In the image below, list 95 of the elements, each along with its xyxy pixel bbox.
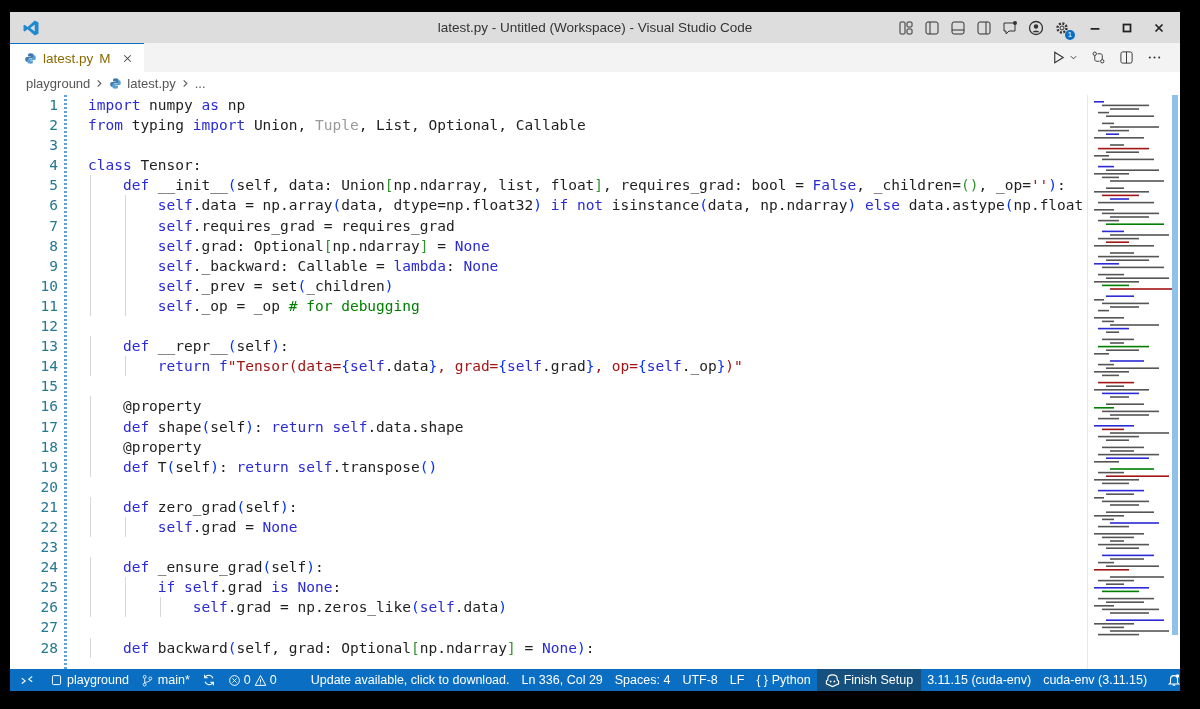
line-number: 14 [39, 357, 58, 377]
sync-icon[interactable] [201, 673, 216, 687]
breadcrumb-item[interactable]: latest.py [127, 76, 176, 91]
compare-changes-icon[interactable] [1091, 50, 1106, 65]
update-notice[interactable]: Update available, click to download. [304, 669, 516, 691]
cursor-position[interactable]: Ln 336, Col 29 [515, 669, 609, 691]
line-number: 3 [48, 136, 58, 156]
line-number: 22 [39, 517, 58, 537]
line-number: 27 [39, 618, 58, 638]
language-mode[interactable]: Python [771, 673, 811, 687]
line-number: 10 [39, 276, 58, 296]
workspace-name[interactable]: playground [67, 673, 129, 687]
code-line: def __init__(self, data: Union[np.ndarray, list, float], requires_grad: bool = False, _children=(), _op=''): [121, 176, 1066, 196]
account-icon[interactable] [1028, 19, 1044, 36]
panel-toggle-icon[interactable] [950, 19, 966, 36]
code-line: self._op = _op # for debugging [156, 296, 420, 317]
code-line: def shape(self): return self.data.shape [121, 417, 464, 437]
line-number: 7 [48, 216, 58, 236]
line-number: 13 [39, 337, 58, 357]
sidebar-toggle-icon[interactable] [924, 19, 940, 36]
notification-badge: 1 [1065, 29, 1075, 40]
layout-icon[interactable] [898, 19, 914, 36]
line-number: 24 [39, 558, 58, 578]
scrollbar[interactable] [1172, 95, 1178, 635]
copilot-icon [824, 672, 840, 688]
branch-icon [140, 673, 154, 687]
line-number: 21 [39, 497, 58, 517]
window-title: latest.py - Untitled (Workspace) - Visual Studio Code [437, 20, 753, 35]
editor-tab[interactable]: latest.py M [10, 43, 144, 72]
tab-label: latest.py [43, 50, 94, 66]
code-line: def backward(self, grad: Optional[np.ndarray] = None): [121, 638, 595, 658]
line-number: 15 [39, 377, 58, 397]
line-number: 12 [39, 317, 58, 337]
code-line: def zero_grad(self): [121, 497, 298, 517]
error-icon [227, 673, 241, 687]
environment-selector[interactable]: cuda-env (3.11.15) [1037, 669, 1154, 691]
code-line: self.grad = None [156, 517, 298, 537]
line-ending-setting[interactable]: LF [723, 669, 751, 691]
line-number: 6 [48, 196, 58, 216]
code-line: class Tensor: [88, 156, 202, 176]
remote-icon [20, 673, 34, 687]
encoding-setting[interactable]: UTF-8 [676, 669, 724, 691]
code-line: self.grad = np.zeros_like(self.data) [191, 598, 508, 618]
settings-icon[interactable] [1054, 19, 1070, 36]
caret-icon[interactable] [1069, 53, 1078, 62]
python-file-icon [24, 51, 37, 65]
code-line: @property [121, 437, 202, 457]
code-line: self.data = np.array(data, dtype=np.float32) if not isinstance(data, np.ndarray) else data.astype(np.float [156, 196, 1084, 216]
code-line: self._backward: Callable = lambda: None [156, 256, 499, 276]
code-line: self.grad: Optional[np.ndarray] = None [156, 236, 490, 256]
code-line: if self.grad is None: [156, 578, 342, 598]
code-line: from typing import Union, Tuple, List, Optional, Callable [88, 116, 586, 136]
line-number: 19 [39, 457, 58, 477]
line-number: 9 [48, 256, 58, 276]
code-line: return f"Tensor(data={self.data}, grad={self.grad}, op={self._op})" [156, 357, 743, 377]
line-number: 11 [39, 296, 58, 316]
line-number: 26 [39, 598, 58, 618]
notification-bell-icon[interactable] [1167, 673, 1180, 687]
line-number: 28 [39, 638, 58, 658]
code-line: @property [121, 397, 202, 417]
python-file-icon [109, 77, 123, 90]
line-number: 5 [48, 176, 58, 196]
code-line: def _ensure_grad(self): [121, 558, 324, 578]
laptop-icon [50, 673, 63, 687]
split-editor-icon[interactable] [1119, 50, 1134, 65]
code-line: def __repr__(self): [121, 337, 289, 357]
line-number: 1 [48, 96, 58, 115]
breadcrumb-item[interactable]: ... [194, 76, 206, 91]
line-number: 25 [39, 578, 58, 598]
line-number: 17 [39, 417, 58, 437]
line-number: 18 [39, 437, 58, 457]
code-line: import numpy as np [88, 96, 246, 115]
line-number: 23 [39, 538, 58, 558]
indentation-setting[interactable]: Spaces: 4 [608, 669, 677, 691]
modified-indicator: M [99, 50, 111, 66]
branch-name[interactable]: main* [157, 673, 190, 687]
breadcrumb-item[interactable]: playground [26, 76, 91, 91]
finish-setup-button[interactable]: Finish Setup [816, 669, 922, 691]
problems-button[interactable]: 0 0 [221, 669, 283, 691]
chat-icon[interactable] [1002, 19, 1018, 36]
line-number: 20 [39, 477, 58, 497]
braces-icon: { } [756, 673, 768, 687]
line-number: 16 [39, 397, 58, 417]
code-line: self._prev = set(_children) [156, 276, 394, 296]
secondary-sidebar-icon[interactable] [976, 19, 992, 36]
run-icon[interactable] [1051, 50, 1066, 65]
interpreter-selector[interactable]: 3.11.15 (cuda-env) [921, 669, 1038, 691]
line-number: 4 [48, 156, 58, 176]
chevron-icon [95, 79, 105, 88]
code-line: def T(self): return self.transpose() [121, 457, 438, 477]
line-number: 8 [48, 236, 58, 256]
line-number: 2 [48, 116, 58, 136]
code-line: self.requires_grad = requires_grad [156, 216, 455, 236]
vscode-logo-icon [22, 18, 40, 37]
warning-icon [253, 673, 267, 687]
